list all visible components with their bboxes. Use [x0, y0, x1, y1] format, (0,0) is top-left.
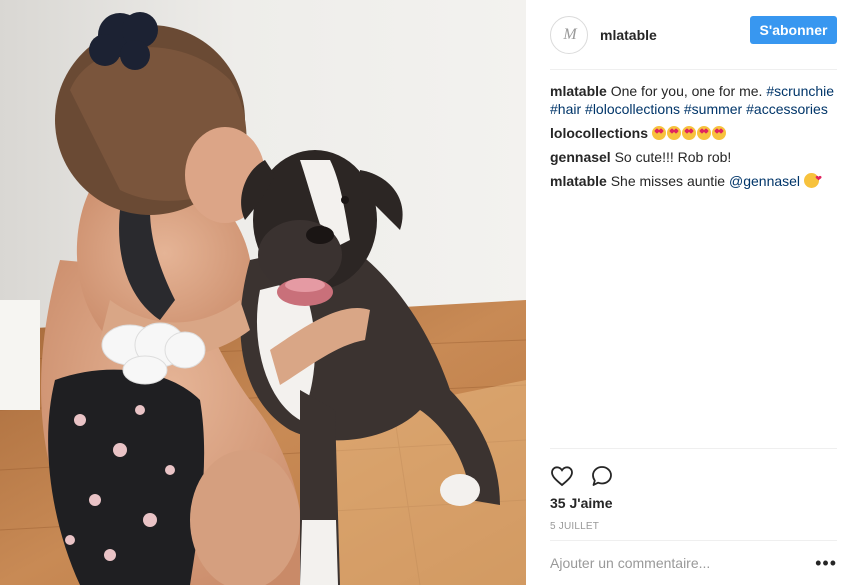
comment-text: So cute!!! Rob rob! — [614, 149, 732, 165]
heart-eyes-icon — [666, 126, 681, 140]
hashtag-link[interactable]: #summer — [684, 101, 742, 117]
comment-item: mlatable She misses auntie @gennasel — [550, 170, 837, 190]
kissing-face-icon — [803, 170, 822, 188]
comment-input[interactable] — [550, 555, 816, 571]
caption-author[interactable]: mlatable — [550, 83, 607, 99]
post-photo[interactable] — [0, 0, 526, 585]
comment-bubble-icon[interactable] — [590, 464, 614, 488]
heart-eyes-emoji-group — [651, 125, 727, 141]
header-username[interactable]: mlatable — [600, 27, 657, 43]
comment-text: She misses auntie — [610, 173, 726, 189]
avatar[interactable]: M — [550, 15, 588, 54]
avatar-monogram: M — [563, 25, 576, 43]
caption-text: One for you, one for me. — [610, 83, 763, 99]
post-image — [0, 0, 526, 585]
action-bar — [550, 449, 837, 495]
mention-link[interactable]: @gennasel — [729, 173, 800, 189]
heart-eyes-icon — [711, 126, 726, 140]
post-sidebar: M mlatable S'abonner mlatable One for yo… — [526, 0, 854, 585]
comment-item: lolocollections — [550, 124, 837, 142]
hashtag-link[interactable]: #scrunchie — [766, 83, 834, 99]
heart-eyes-icon — [696, 126, 711, 140]
heart-icon[interactable] — [550, 464, 574, 488]
comments-list: mlatable One for you, one for me. #scrun… — [550, 82, 837, 196]
post-header: M mlatable S'abonner — [550, 0, 837, 70]
hashtag-link[interactable]: #lolocollections — [585, 101, 680, 117]
caption: mlatable One for you, one for me. #scrun… — [550, 82, 837, 118]
add-comment-bar: ••• — [550, 540, 837, 585]
likes-count[interactable]: 35 J'aime — [550, 495, 837, 511]
post-actions-section: 35 J'aime 5 JUILLET — [550, 448, 837, 532]
hashtag-link[interactable]: #accessories — [746, 101, 828, 117]
heart-eyes-icon — [681, 126, 696, 140]
comment-item: gennasel So cute!!! Rob rob! — [550, 148, 837, 166]
more-options-icon[interactable]: ••• — [815, 554, 837, 572]
post-date[interactable]: 5 JUILLET — [550, 521, 837, 532]
follow-button[interactable]: S'abonner — [750, 16, 837, 44]
comment-author[interactable]: lolocollections — [550, 125, 648, 141]
comment-author[interactable]: gennasel — [550, 149, 611, 165]
hashtag-link[interactable]: #hair — [550, 101, 581, 117]
comment-author[interactable]: mlatable — [550, 173, 607, 189]
heart-eyes-icon — [651, 126, 666, 140]
